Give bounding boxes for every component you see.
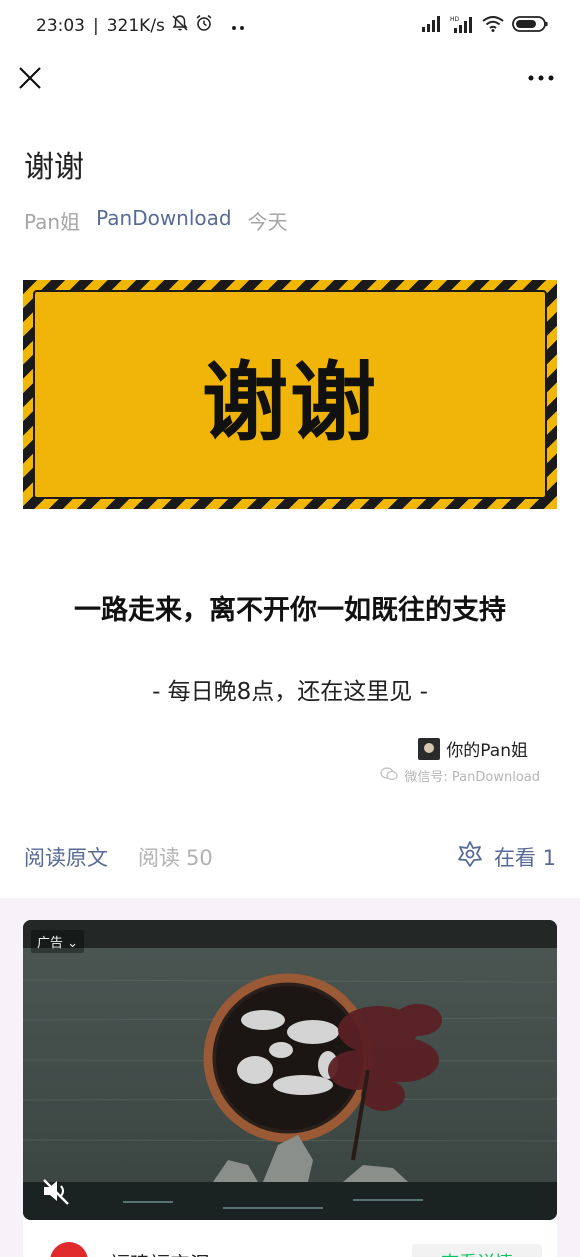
read-count: 阅读 50	[138, 842, 213, 872]
signature-avatar	[418, 737, 441, 760]
status-bar: 23:03 | 321K/s HD	[0, 0, 580, 54]
read-original-link[interactable]: 阅读原文	[24, 842, 108, 872]
ad-cta-button[interactable]: 查看详情	[412, 1244, 542, 1257]
article-author: Pan姐	[24, 210, 81, 234]
read-count-number: 50	[186, 846, 213, 870]
status-speed: 321K/s	[106, 15, 165, 36]
wechat-id-text: 微信号: PanDownload	[404, 770, 540, 785]
banner-text: 谢谢	[202, 353, 378, 453]
looking-button[interactable]: 在看 1	[456, 840, 556, 873]
signal-icon	[422, 16, 442, 36]
ad-label[interactable]: 广告 ⌄	[31, 930, 85, 953]
wifi-icon	[482, 16, 504, 36]
more-horizontal-icon[interactable]	[526, 66, 556, 90]
bell-off-icon	[171, 14, 189, 37]
banner-image: 谢谢	[23, 280, 557, 509]
status-right: HD	[422, 15, 548, 37]
close-icon[interactable]	[16, 64, 44, 92]
article-meta: Pan姐 PanDownload 今天	[24, 206, 288, 235]
battery-icon	[512, 15, 548, 37]
alarm-icon	[195, 14, 213, 37]
svg-text:HD: HD	[450, 16, 460, 23]
article-subline: - 每日晚8点，还在这里见 -	[152, 679, 428, 705]
article-headline: 一路走来，离不开你一如既往的支持	[74, 595, 506, 626]
status-separator: |	[93, 15, 99, 36]
ad-video[interactable]	[23, 920, 557, 1220]
status-time: 23:03	[36, 15, 85, 36]
mute-icon[interactable]	[40, 1176, 74, 1206]
signature: 你的Pan姐	[418, 736, 528, 761]
account-name-link[interactable]: PanDownload	[96, 206, 232, 235]
more-dots-icon	[231, 16, 245, 36]
status-left: 23:03 | 321K/s	[36, 14, 245, 37]
looking-icon	[456, 840, 484, 873]
article-date: 今天	[247, 210, 288, 234]
banner-inner: 谢谢	[33, 290, 547, 499]
looking-label: 在看 1	[493, 845, 556, 870]
signature-text: 你的Pan姐	[446, 741, 528, 761]
read-count-label: 阅读	[138, 846, 180, 870]
hd-signal-icon: HD	[450, 15, 474, 37]
ad-brand-name: 福建福宝湿	[110, 1248, 210, 1257]
wechat-icon	[380, 766, 399, 785]
article-title: 谢谢	[24, 150, 84, 185]
wechat-id: 微信号: PanDownload	[380, 766, 540, 785]
